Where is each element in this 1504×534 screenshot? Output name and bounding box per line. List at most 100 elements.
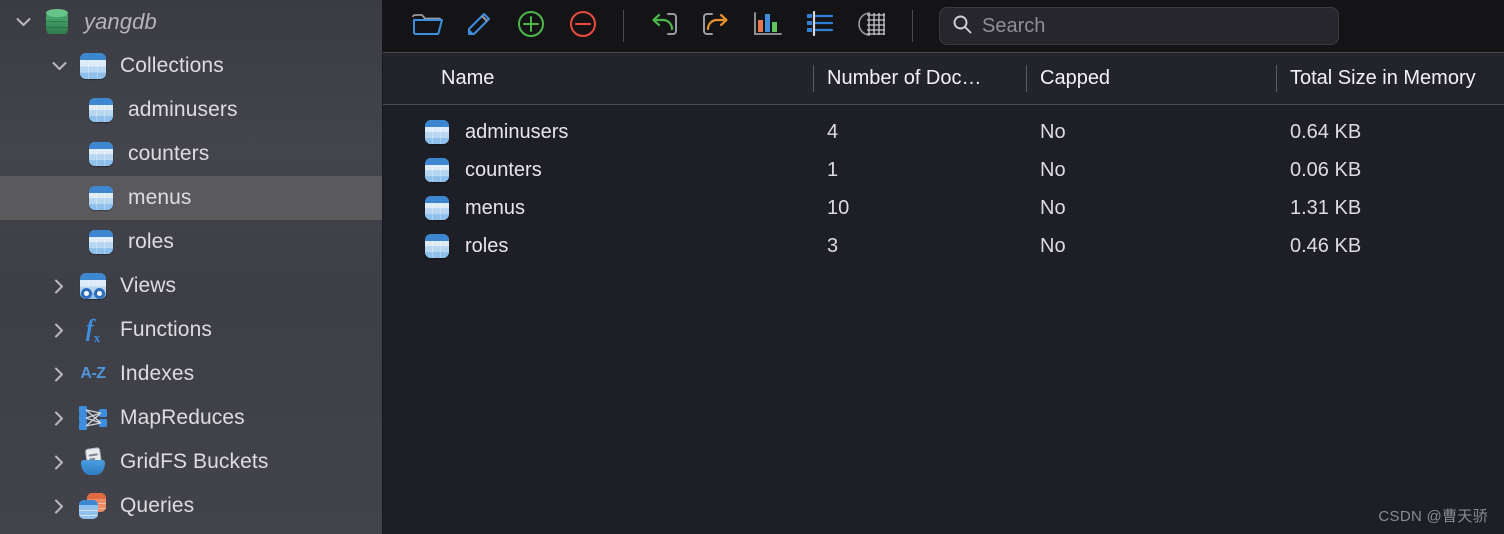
collection-icon <box>84 142 118 166</box>
chevron-right-icon[interactable] <box>42 367 76 382</box>
sidebar-item-roles[interactable]: roles <box>0 220 383 264</box>
table-row[interactable]: adminusers 4 No 0.64 KB <box>383 113 1504 151</box>
sidebar-item-mapreduces[interactable]: MapReduces <box>0 396 383 440</box>
mapreduce-icon <box>76 405 110 431</box>
gridfs-bucket-icon <box>76 448 110 475</box>
sidebar-item-queries[interactable]: Queries <box>0 484 383 528</box>
add-button[interactable] <box>505 3 557 49</box>
collection-icon <box>425 158 449 182</box>
sidebar-item-counters[interactable]: counters <box>0 132 383 176</box>
pencil-icon <box>464 9 494 44</box>
folder-icon <box>411 11 443 42</box>
collection-name: adminusers <box>465 120 569 143</box>
remove-button[interactable] <box>557 3 609 49</box>
collection-icon <box>425 120 449 144</box>
bar-chart-icon <box>752 9 784 44</box>
chart-button[interactable] <box>742 3 794 49</box>
plus-circle-icon <box>516 9 546 44</box>
sidebar-item-indexes[interactable]: A-Z Indexes <box>0 352 383 396</box>
sidebar-item-label: MapReduces <box>120 406 245 429</box>
cell-capped: No <box>1040 196 1066 219</box>
app-window: yangdb Collections adminusers counters m… <box>0 0 1504 534</box>
chevron-right-icon[interactable] <box>42 411 76 426</box>
cell-docs: 3 <box>827 234 839 257</box>
chevron-down-icon[interactable] <box>42 61 76 71</box>
sidebar-item-label: GridFS Buckets <box>120 450 269 473</box>
search-icon <box>952 14 972 39</box>
sidebar-item-label: Queries <box>120 494 195 517</box>
chevron-right-icon[interactable] <box>42 279 76 294</box>
grid-table-icon <box>856 10 888 43</box>
export-button[interactable] <box>690 3 742 49</box>
collection-name: menus <box>465 196 526 219</box>
cell-docs: 4 <box>827 120 839 143</box>
table-header-row: Name Number of Doc… Capped Total Size in… <box>383 52 1504 105</box>
collection-name: counters <box>465 158 542 181</box>
table-row[interactable]: counters 1 No 0.06 KB <box>383 151 1504 189</box>
sidebar-item-adminusers[interactable]: adminusers <box>0 88 383 132</box>
sidebar-item-menus[interactable]: menus <box>0 176 383 220</box>
cell-name: roles <box>383 227 813 265</box>
indexes-az-icon: A-Z <box>80 365 106 382</box>
cell-name: menus <box>383 189 813 227</box>
chevron-right-icon[interactable] <box>42 455 76 470</box>
chevron-right-icon[interactable] <box>42 499 76 514</box>
sidebar-item-label: Views <box>120 274 177 297</box>
sidebar-item-label: menus <box>128 186 192 209</box>
sidebar-item-label: Collections <box>120 54 224 77</box>
import-arrow-icon <box>648 9 680 44</box>
toolbar-separator <box>912 10 913 42</box>
chevron-down-icon[interactable] <box>6 17 40 27</box>
export-arrow-icon <box>700 9 732 44</box>
cell-name: adminusers <box>383 113 813 151</box>
main-pane: Search Name Number of Doc… Capped Total … <box>383 0 1504 534</box>
database-icon <box>40 8 74 36</box>
sidebar-item-functions[interactable]: fx Functions <box>0 308 383 352</box>
open-folder-button[interactable] <box>401 3 453 49</box>
collection-icon <box>76 53 110 79</box>
search-placeholder: Search <box>982 14 1046 37</box>
column-header-name[interactable]: Name <box>383 53 813 104</box>
table-row[interactable]: roles 3 No 0.46 KB <box>383 227 1504 265</box>
functions-fx-icon: fx <box>85 315 101 345</box>
cell-size: 0.06 KB <box>1290 158 1362 181</box>
grid-view-button[interactable] <box>846 3 898 49</box>
sidebar-item-views[interactable]: Views <box>0 264 383 308</box>
collection-icon <box>84 98 118 122</box>
toolbar: Search <box>383 0 1504 52</box>
minus-circle-icon <box>568 9 598 44</box>
column-header-capped[interactable]: Capped <box>1026 53 1276 104</box>
import-button[interactable] <box>638 3 690 49</box>
chevron-right-icon[interactable] <box>42 323 76 338</box>
collection-icon <box>84 186 118 210</box>
sidebar-item-label: Functions <box>120 318 212 341</box>
cell-capped: No <box>1040 234 1066 257</box>
database-label: yangdb <box>84 9 157 34</box>
sidebar-item-database[interactable]: yangdb <box>0 0 383 44</box>
list-view-button[interactable] <box>794 3 846 49</box>
collection-icon <box>425 196 449 220</box>
cell-size: 1.31 KB <box>1290 196 1362 219</box>
cell-name: counters <box>383 151 813 189</box>
sidebar: yangdb Collections adminusers counters m… <box>0 0 383 534</box>
sidebar-item-gridfs-buckets[interactable]: GridFS Buckets <box>0 440 383 484</box>
table-row[interactable]: menus 10 No 1.31 KB <box>383 189 1504 227</box>
column-header-size[interactable]: Total Size in Memory <box>1276 53 1504 104</box>
cell-capped: No <box>1040 120 1066 143</box>
cell-docs: 1 <box>827 158 839 181</box>
queries-icon <box>76 493 110 519</box>
table-body: adminusers 4 No 0.64 KB counters 1 No 0.… <box>383 105 1504 534</box>
collection-icon <box>84 230 118 254</box>
edit-button[interactable] <box>453 3 505 49</box>
cell-size: 0.46 KB <box>1290 234 1362 257</box>
sidebar-item-label: roles <box>128 230 175 253</box>
column-header-docs[interactable]: Number of Doc… <box>813 53 1026 104</box>
cell-docs: 10 <box>827 196 850 219</box>
list-icon <box>805 10 835 43</box>
sidebar-item-label: Indexes <box>120 362 195 385</box>
toolbar-separator <box>623 10 624 42</box>
views-icon <box>76 273 110 299</box>
collection-icon <box>425 234 449 258</box>
sidebar-item-collections[interactable]: Collections <box>0 44 383 88</box>
search-input[interactable]: Search <box>939 7 1339 45</box>
